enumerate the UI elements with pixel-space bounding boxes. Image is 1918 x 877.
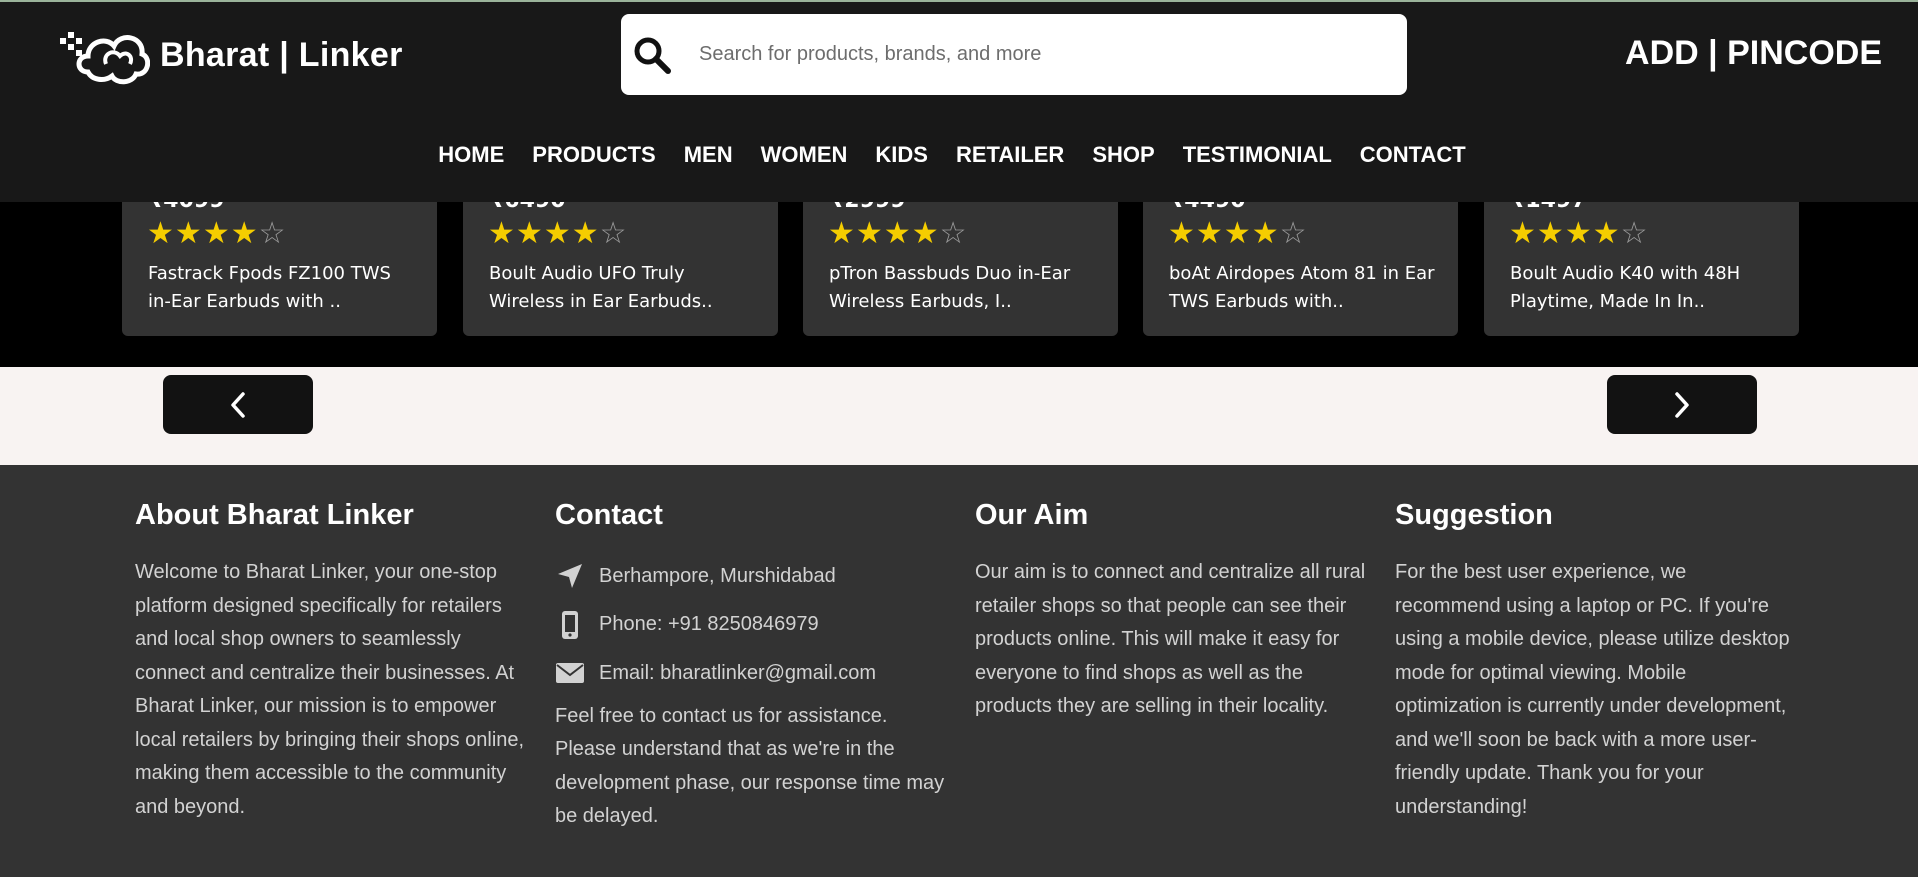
chevron-right-icon [1675, 391, 1689, 418]
footer-contact-note: Feel free to contact us for assistance. … [555, 704, 945, 828]
contact-email[interactable]: Email: bharatlinker@gmail.com [555, 649, 950, 698]
search-input[interactable] [697, 42, 1341, 67]
footer-about-text: Welcome to Bharat Linker, your one-stop … [135, 561, 525, 818]
star-filled-icon: ★ [911, 217, 940, 250]
nav-women[interactable]: WOMEN [761, 142, 848, 168]
envelope-icon [555, 658, 585, 688]
contact-phone[interactable]: Phone: +91 8250846979 [555, 601, 950, 650]
carousel-next-button[interactable] [1607, 375, 1757, 434]
footer-aim-text: Our aim is to connect and centralize all… [975, 561, 1366, 717]
star-filled-icon: ★ [230, 217, 259, 250]
product-name[interactable]: Boult Audio K40 with 48H Playtime, Made … [1510, 260, 1780, 316]
star-rating: ★★★★☆ [828, 219, 968, 249]
contact-phone-text[interactable]: Phone: +91 8250846979 [599, 613, 819, 636]
star-filled-icon: ★ [1509, 217, 1537, 250]
search-icon[interactable] [631, 34, 673, 76]
star-empty-icon: ☆ [1279, 217, 1308, 250]
star-filled-icon: ★ [488, 217, 516, 250]
product-name[interactable]: Fastrack Fpods FZ100 TWS in-Ear Earbuds … [148, 260, 418, 316]
star-rating: ★★★★☆ [1509, 219, 1649, 249]
contact-location: Berhampore, Murshidabad [555, 552, 950, 601]
nav-products[interactable]: PRODUCTS [532, 142, 655, 168]
footer-suggestion: Suggestion For the best user experience,… [1395, 499, 1790, 824]
footer-about-title: About Bharat Linker [135, 499, 414, 531]
footer-aim: Our Aim Our aim is to connect and centra… [975, 499, 1370, 724]
star-filled-icon: ★ [515, 217, 544, 250]
footer-contact: Contact Berhampore, Murshidabad Phone: +… [555, 499, 950, 834]
carousel-controls [0, 367, 1918, 465]
star-filled-icon: ★ [174, 217, 203, 250]
star-filled-icon: ★ [1592, 217, 1621, 250]
star-filled-icon: ★ [1536, 217, 1565, 250]
star-rating: ★★★★☆ [1168, 219, 1308, 249]
search-bar[interactable] [621, 14, 1407, 95]
main-nav: HOME PRODUCTS MEN WOMEN KIDS RETAILER SH… [0, 142, 1918, 168]
star-empty-icon: ☆ [939, 217, 968, 250]
brand-name[interactable]: Bharat | Linker [160, 36, 403, 75]
cloud-logo-icon [60, 32, 150, 85]
contact-email-text[interactable]: Email: bharatlinker@gmail.com [599, 662, 876, 685]
star-filled-icon: ★ [1168, 217, 1196, 250]
star-empty-icon: ☆ [599, 217, 628, 250]
star-filled-icon: ★ [1223, 217, 1252, 250]
star-rating: ★★★★☆ [488, 219, 628, 249]
footer-aim-title: Our Aim [975, 499, 1089, 531]
nav-shop[interactable]: SHOP [1092, 142, 1154, 168]
mobile-phone-icon [555, 610, 585, 640]
footer-about: About Bharat Linker Welcome to Bharat Li… [135, 499, 530, 824]
star-filled-icon: ★ [1564, 217, 1593, 250]
star-filled-icon: ★ [855, 217, 884, 250]
product-name[interactable]: pTron Bassbuds Duo in-Ear Wireless Earbu… [829, 260, 1099, 316]
logo[interactable]: Bharat | Linker [58, 24, 403, 86]
carousel-prev-button[interactable] [163, 375, 313, 434]
nav-kids[interactable]: KIDS [875, 142, 928, 168]
star-filled-icon: ★ [828, 217, 856, 250]
star-filled-icon: ★ [883, 217, 912, 250]
nav-home[interactable]: HOME [438, 142, 504, 168]
footer-suggestion-text: For the best user experience, we recomme… [1395, 561, 1790, 818]
product-name[interactable]: boAt Airdopes Atom 81 in Ear TWS Earbuds… [1169, 260, 1439, 316]
site-footer: About Bharat Linker Welcome to Bharat Li… [0, 465, 1918, 877]
site-header: Bharat | Linker ADD | PINCODE HOME PRODU… [0, 0, 1918, 202]
nav-testimonial[interactable]: TESTIMONIAL [1183, 142, 1332, 168]
chevron-left-icon [231, 391, 245, 418]
star-filled-icon: ★ [571, 217, 600, 250]
nav-retailer[interactable]: RETAILER [956, 142, 1064, 168]
star-filled-icon: ★ [1251, 217, 1280, 250]
product-name[interactable]: Boult Audio UFO Truly Wireless in Ear Ea… [489, 260, 759, 316]
location-arrow-icon [555, 561, 585, 591]
star-rating: ★★★★☆ [147, 219, 287, 249]
nav-men[interactable]: MEN [684, 142, 733, 168]
star-filled-icon: ★ [147, 217, 175, 250]
footer-suggestion-title: Suggestion [1395, 499, 1553, 531]
add-pincode-link[interactable]: ADD | PINCODE [1625, 34, 1882, 73]
star-filled-icon: ★ [1195, 217, 1224, 250]
star-empty-icon: ☆ [258, 217, 287, 250]
contact-location-text: Berhampore, Murshidabad [599, 564, 836, 587]
nav-contact[interactable]: CONTACT [1360, 142, 1466, 168]
star-empty-icon: ☆ [1620, 217, 1649, 250]
star-filled-icon: ★ [543, 217, 572, 250]
star-filled-icon: ★ [202, 217, 231, 250]
footer-contact-title: Contact [555, 499, 663, 531]
